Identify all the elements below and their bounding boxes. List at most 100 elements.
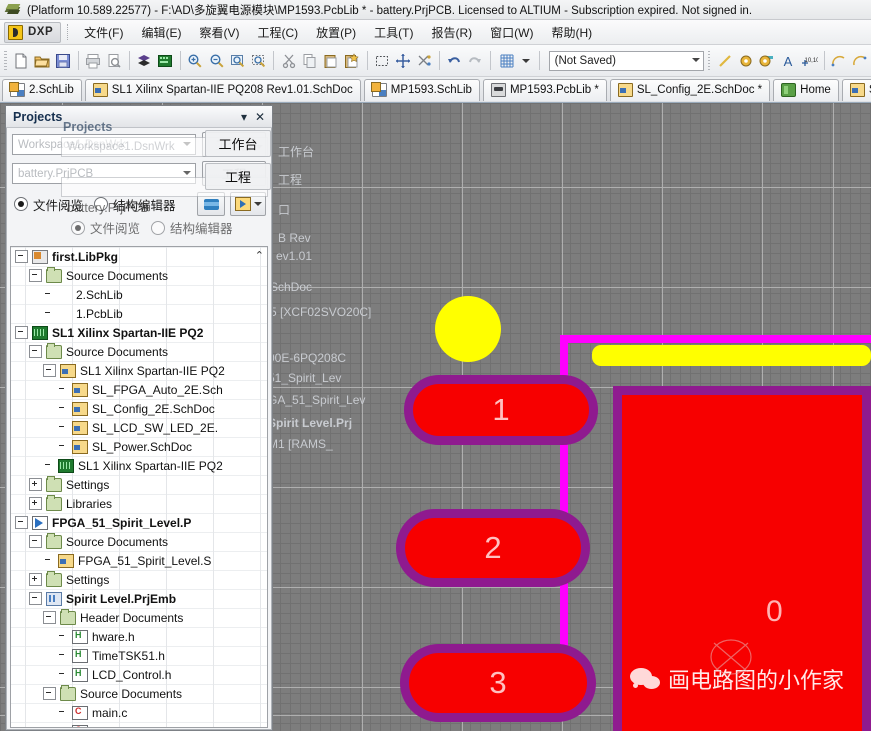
undo-icon[interactable] (445, 49, 464, 72)
collapse-icon[interactable] (29, 345, 42, 358)
menu-item-view[interactable]: 察看(V) (190, 22, 248, 43)
tree-item[interactable]: Libraries (11, 494, 267, 513)
project-select[interactable]: battery.PrjPCB (12, 163, 196, 184)
navigate-button[interactable] (230, 192, 266, 216)
tree-item[interactable]: Spirit Level.PrjEmb (11, 589, 267, 608)
tree-item[interactable]: SL_LCD_SW_LED_2E. (11, 418, 267, 437)
print-icon[interactable] (84, 49, 103, 72)
tree-item[interactable]: Settings (11, 475, 267, 494)
cross-probe-icon[interactable] (415, 49, 434, 72)
tree-item[interactable]: LCD_Control.h (11, 665, 267, 684)
menu-item-reports[interactable]: 报告(R) (422, 22, 481, 43)
collapse-icon[interactable] (15, 516, 28, 529)
browse-button[interactable] (197, 192, 225, 216)
pcb-trace-yellow[interactable] (592, 345, 871, 366)
collapse-icon[interactable] (29, 592, 42, 605)
tree-item[interactable]: main.c (11, 703, 267, 722)
place-coordinate-icon[interactable]: 10,10 (800, 49, 819, 72)
print-preview-icon[interactable] (105, 49, 124, 72)
tree-item[interactable]: Source Documents (11, 684, 267, 703)
open-folder-icon[interactable] (33, 49, 52, 72)
place-string-icon[interactable]: A (779, 49, 798, 72)
close-icon[interactable]: ✕ (252, 109, 268, 125)
chevron-down-icon[interactable] (691, 57, 700, 62)
tree-item[interactable]: first.LibPkg (11, 247, 267, 266)
toolbar-grip[interactable] (4, 50, 7, 71)
paste-icon[interactable] (321, 49, 340, 72)
tree-item[interactable]: SL1 Xilinx Spartan-IIE PQ2 (11, 323, 267, 342)
tree-item[interactable]: Source Documents (11, 266, 267, 285)
document-tab-home[interactable]: Home (773, 78, 839, 101)
radio-file-browse[interactable] (14, 197, 28, 211)
menu-item-edit[interactable]: 编辑(E) (132, 22, 190, 43)
tree-item[interactable]: TimeTSK51.h (11, 646, 267, 665)
pcb-board-icon[interactable] (156, 49, 175, 72)
tree-item[interactable]: Settings (11, 570, 267, 589)
chevron-up-icon[interactable]: ⌃ (255, 249, 264, 262)
document-tab[interactable]: MP1593.SchLib (363, 78, 480, 101)
collapse-icon[interactable] (43, 611, 56, 624)
menu-item-project[interactable]: 工程(C) (248, 22, 307, 43)
tree-item[interactable]: hware.h (11, 627, 267, 646)
menu-item-help[interactable]: 帮助(H) (542, 22, 601, 43)
tree-item[interactable]: 2.SchLib (11, 285, 267, 304)
toolbar-grip[interactable] (707, 50, 711, 71)
pcb-pad-2[interactable]: 2 (396, 509, 590, 587)
tree-item[interactable]: SL_FPGA_Auto_2E.Sch (11, 380, 267, 399)
cut-icon[interactable] (279, 49, 298, 72)
layer-combo[interactable]: (Not Saved) (548, 50, 704, 71)
document-tab[interactable]: SL_Config_2E.SchDoc * (609, 78, 771, 101)
chevron-down-icon[interactable] (521, 58, 530, 63)
expand-icon[interactable] (29, 497, 42, 510)
tree-item[interactable]: FPGA_51_Spirit_Level.P (11, 513, 267, 532)
menu-item-window[interactable]: 窗口(W) (481, 22, 542, 43)
tree-item[interactable]: Header Documents (11, 608, 267, 627)
place-arc-icon[interactable] (830, 49, 849, 72)
tree-item[interactable]: 1.PcbLib (11, 304, 267, 323)
tree-item[interactable]: Source Documents (11, 342, 267, 361)
pin-down-icon[interactable]: ▾ (236, 109, 252, 125)
pcb-via-circle[interactable] (435, 296, 501, 362)
document-tab[interactable]: 2.SchLib (2, 78, 82, 101)
chevron-down-icon[interactable] (183, 142, 191, 146)
place-via-icon[interactable] (757, 49, 776, 72)
zoom-out-icon[interactable] (207, 49, 226, 72)
select-area-icon[interactable] (373, 49, 392, 72)
expand-icon[interactable] (29, 478, 42, 491)
tree-item[interactable]: SL1 Xilinx Spartan-IIE PQ2 (11, 361, 267, 380)
tree-item[interactable]: FPGA_51_Spirit_Level.S (11, 551, 267, 570)
tree-item[interactable]: TimeTSK51.c (11, 722, 267, 727)
copy-icon[interactable] (300, 49, 319, 72)
layer-stack-icon[interactable] (135, 49, 154, 72)
document-tab-active[interactable]: MP1593.PcbLib * (482, 78, 607, 101)
place-arc2-icon[interactable] (851, 49, 870, 72)
tree-item[interactable]: SL1 Xilinx Spartan-IIE PQ2 (11, 456, 267, 475)
expand-icon[interactable] (29, 573, 42, 586)
tree-item[interactable]: SL_Power.SchDoc (11, 437, 267, 456)
place-pad-icon[interactable] (736, 49, 755, 72)
chevron-down-icon[interactable] (183, 171, 191, 175)
zoom-in-icon[interactable] (186, 49, 205, 72)
redo-icon[interactable] (466, 49, 485, 72)
pcb-trace-horizontal[interactable] (560, 335, 871, 343)
collapse-icon[interactable] (15, 250, 28, 263)
collapse-icon[interactable] (43, 364, 56, 377)
document-tab[interactable]: SL1 Xilinx Spartan-IIE PQ208 Rev1.01.Sch… (84, 78, 361, 101)
workspace-select[interactable]: Workspace1.DsnWrk (12, 134, 196, 155)
radio-structure-editor[interactable] (94, 197, 109, 211)
project-tree[interactable]: first.LibPkg Source Documents 2.SchLib 1.Pc… (10, 246, 268, 728)
collapse-icon[interactable] (43, 687, 56, 700)
pcb-pad-1[interactable]: 1 (404, 375, 598, 445)
tree-item[interactable]: Source Documents (11, 532, 267, 551)
pcb-pad-3[interactable]: 3 (400, 644, 596, 722)
zoom-area-icon[interactable] (228, 49, 247, 72)
new-document-icon[interactable] (12, 49, 31, 72)
place-line-icon[interactable] (715, 49, 734, 72)
tree-item[interactable]: SL_Config_2E.SchDoc (11, 399, 267, 418)
document-tab[interactable]: SL_FPGA_Auto_2E (841, 78, 871, 101)
dxp-menu-button[interactable]: DXP (4, 21, 62, 43)
collapse-icon[interactable] (29, 535, 42, 548)
move-icon[interactable] (394, 49, 413, 72)
zoom-selected-icon[interactable] (249, 49, 268, 72)
menu-item-tools[interactable]: 工具(T) (365, 22, 422, 43)
